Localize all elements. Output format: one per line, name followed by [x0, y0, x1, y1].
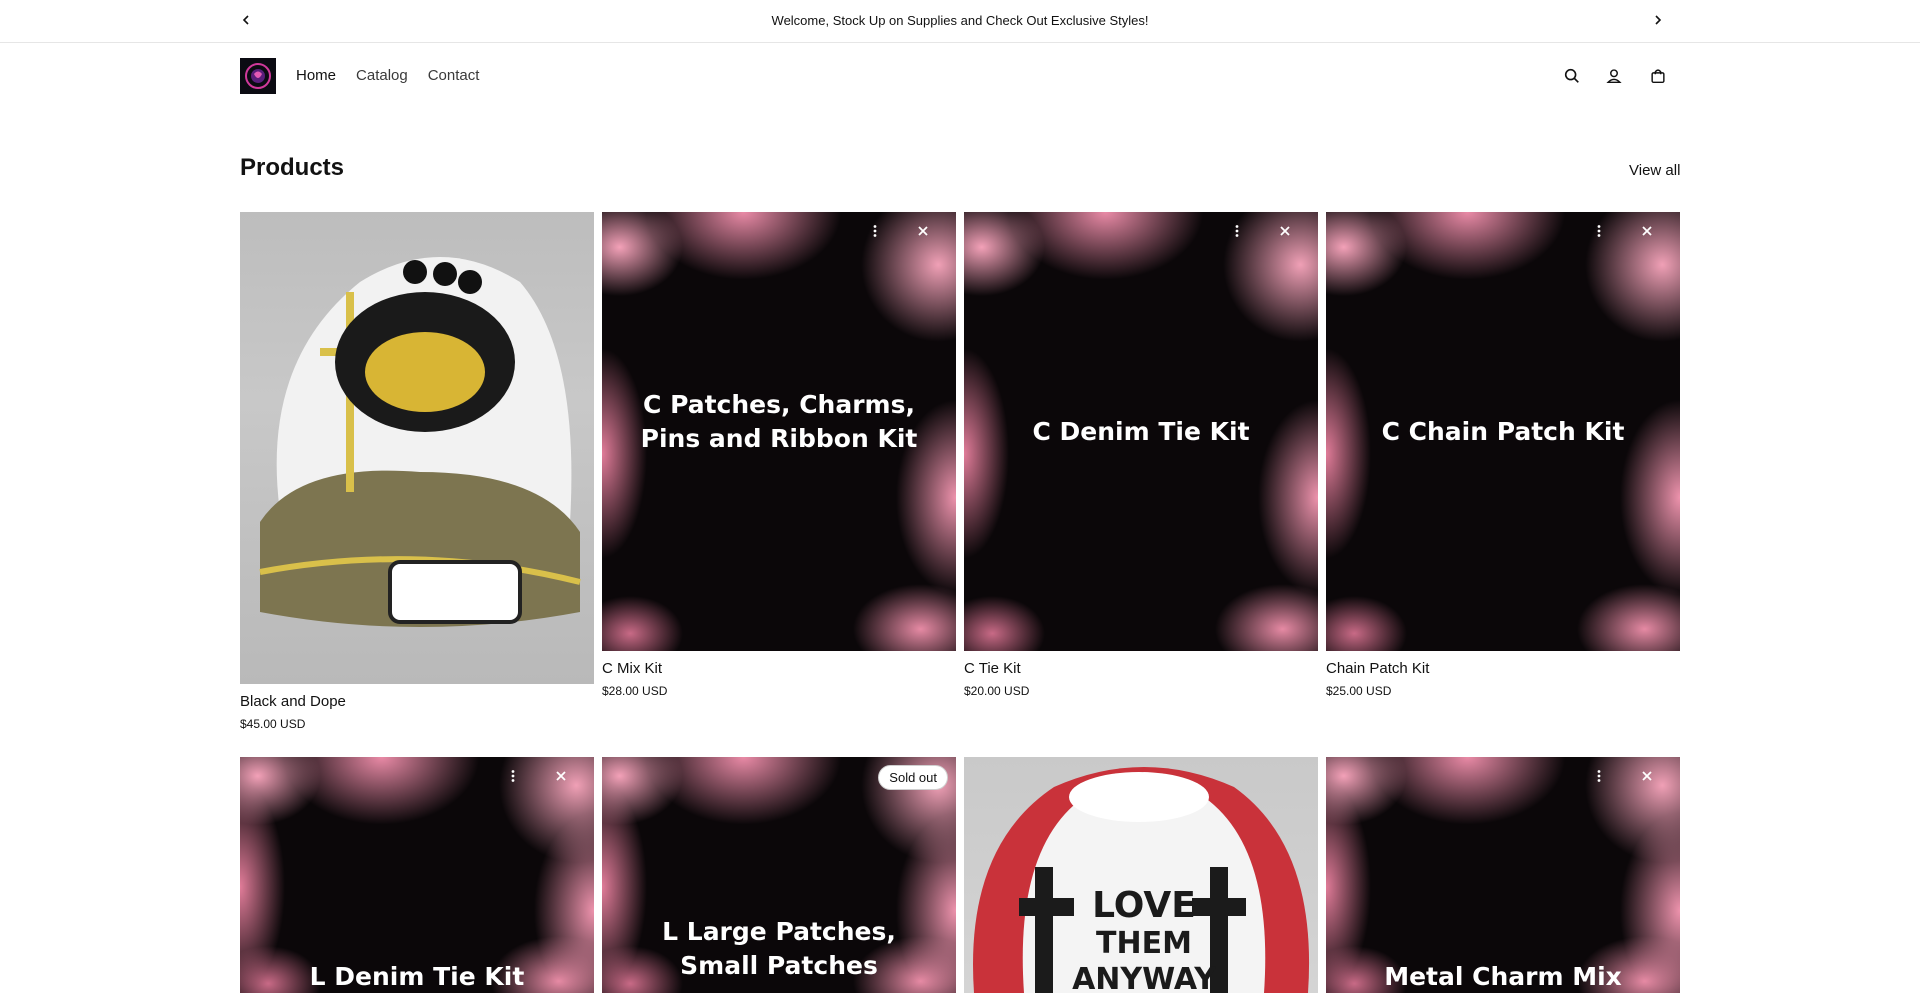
sold-out-badge: Sold out	[878, 765, 948, 790]
announcement-text: Welcome, Stock Up on Supplies and Check …	[771, 13, 1149, 28]
hat-image	[259, 257, 581, 627]
product-title[interactable]: Black and Dope	[240, 693, 346, 710]
product-title[interactable]: C Mix Kit	[602, 660, 662, 677]
close-icon	[1642, 771, 1652, 781]
product-price: $28.00 USD	[602, 684, 668, 698]
more-options-button[interactable]	[1588, 220, 1610, 242]
product-image-text: C Chain Patch Kit	[1381, 417, 1625, 446]
close-icon	[918, 226, 928, 236]
more-vertical-icon	[1597, 225, 1601, 237]
close-icon	[1280, 226, 1290, 236]
product-title[interactable]: C Tie Kit	[964, 660, 1021, 677]
site-header: Home Catalog Contact	[0, 44, 1920, 108]
more-options-button[interactable]	[502, 765, 524, 787]
more-vertical-icon	[511, 770, 515, 782]
more-vertical-icon	[873, 225, 877, 237]
product-image-text: C Denim Tie Kit	[1032, 417, 1250, 446]
view-all-link[interactable]: View all	[1629, 162, 1680, 179]
svg-text:LOVE: LOVE	[1092, 885, 1196, 926]
nav-contact[interactable]: Contact	[428, 67, 480, 84]
search-icon	[1564, 68, 1579, 83]
more-vertical-icon	[1235, 225, 1239, 237]
nav-home[interactable]: Home	[296, 67, 336, 84]
close-button[interactable]	[550, 765, 572, 787]
cart-icon	[1651, 69, 1665, 84]
close-icon	[1642, 226, 1652, 236]
announcement-next-button[interactable]	[1648, 10, 1668, 30]
main-nav: Home Catalog Contact	[296, 67, 479, 84]
search-button[interactable]	[1562, 66, 1582, 86]
chevron-right-icon	[1655, 15, 1662, 25]
more-options-button[interactable]	[1226, 220, 1248, 242]
product-price: $25.00 USD	[1326, 684, 1392, 698]
product-image[interactable]: L Large Patches, Small Patches Sold out	[602, 757, 956, 993]
product-image[interactable]: LOVE THEM ANYWAY	[964, 757, 1318, 993]
more-options-button[interactable]	[1588, 765, 1610, 787]
product-image-text: L Denim Tie Kit	[309, 962, 525, 991]
close-button[interactable]	[912, 220, 934, 242]
close-button[interactable]	[1636, 220, 1658, 242]
svg-text:ANYWAY: ANYWAY	[1072, 962, 1217, 993]
product-image[interactable]	[240, 212, 594, 684]
hat-image: LOVE THEM ANYWAY	[973, 767, 1310, 993]
product-image[interactable]: Metal Charm Mix	[1326, 757, 1680, 993]
account-icon	[1606, 69, 1622, 84]
logo-icon	[245, 63, 271, 89]
section-title: Products	[240, 154, 345, 181]
product-image-text: Metal Charm Mix	[1384, 962, 1622, 991]
product-price: $20.00 USD	[964, 684, 1030, 698]
product-image[interactable]: C Denim Tie Kit	[964, 212, 1318, 651]
product-image-text: C Patches, Charms, Pins and Ribbon Kit	[640, 390, 918, 453]
more-options-button[interactable]	[864, 220, 886, 242]
cart-button[interactable]	[1648, 66, 1668, 86]
close-button[interactable]	[1274, 220, 1296, 242]
more-vertical-icon	[1597, 770, 1601, 782]
account-button[interactable]	[1604, 66, 1624, 86]
nav-catalog[interactable]: Catalog	[356, 67, 408, 84]
product-title[interactable]: Chain Patch Kit	[1326, 660, 1429, 677]
product-price: $45.00 USD	[240, 717, 306, 731]
close-button[interactable]	[1636, 765, 1658, 787]
product-image[interactable]: C Patches, Charms, Pins and Ribbon Kit	[602, 212, 956, 651]
store-logo[interactable]	[240, 58, 276, 94]
product-image[interactable]: C Chain Patch Kit	[1326, 212, 1680, 651]
close-icon	[556, 771, 566, 781]
product-image[interactable]: L Denim Tie Kit	[240, 757, 594, 993]
svg-text:THEM: THEM	[1096, 926, 1192, 961]
announcement-bar: Welcome, Stock Up on Supplies and Check …	[0, 0, 1920, 43]
product-image-text: L Large Patches, Small Patches	[662, 917, 896, 980]
